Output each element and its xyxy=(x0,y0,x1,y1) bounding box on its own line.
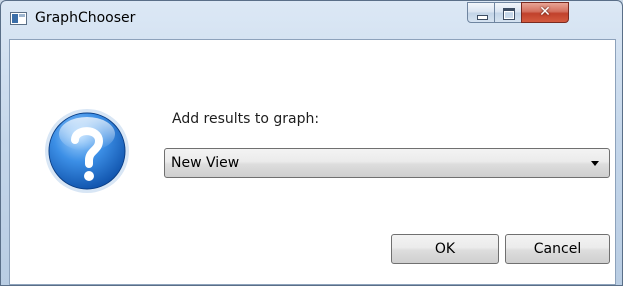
maximize-icon xyxy=(503,8,515,20)
question-icon xyxy=(45,109,129,193)
app-window-icon xyxy=(10,12,27,25)
close-button[interactable]: ✕ xyxy=(521,2,569,23)
minimize-button[interactable] xyxy=(467,2,495,23)
chevron-down-icon xyxy=(591,161,599,166)
cancel-button[interactable]: Cancel xyxy=(505,234,610,264)
minimize-icon xyxy=(477,15,488,20)
close-icon: ✕ xyxy=(539,4,551,20)
maximize-button[interactable] xyxy=(494,2,522,23)
window-title: GraphChooser xyxy=(35,10,136,26)
dialog-window: GraphChooser ✕ Add results to graph: New… xyxy=(0,0,623,286)
graph-select-value: New View xyxy=(171,155,240,171)
graph-select[interactable]: New View xyxy=(164,148,610,178)
prompt-label: Add results to graph: xyxy=(172,111,320,127)
title-bar[interactable]: GraphChooser ✕ xyxy=(1,1,622,39)
ok-button[interactable]: OK xyxy=(391,234,499,264)
dialog-content: Add results to graph: New View OK Cancel xyxy=(9,39,616,285)
